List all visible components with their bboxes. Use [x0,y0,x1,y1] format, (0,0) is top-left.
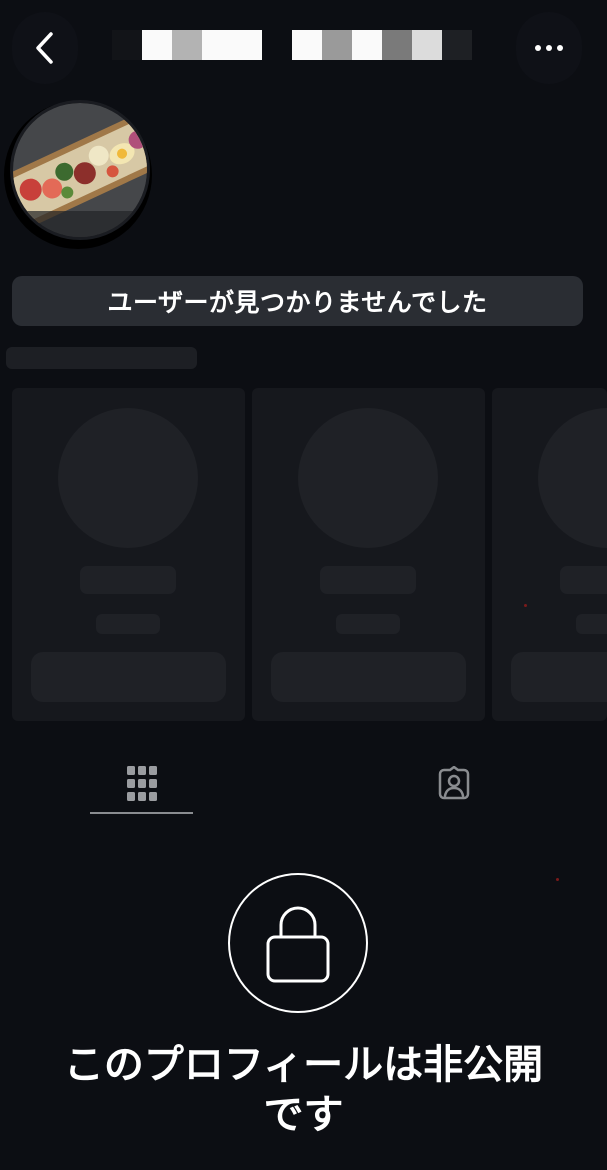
pixel-block [232,30,262,60]
skeleton-follow-button [271,652,466,702]
private-message-line2: です [263,1092,344,1138]
tagged-person-icon [438,766,469,800]
artifact-dot [524,604,527,607]
suggestion-card-skeleton [492,388,607,721]
skeleton-follow-button [511,652,607,702]
skeleton-subtext [576,614,607,634]
pixel-block [112,30,142,60]
private-account-message: このプロフィールは非公開 です [20,1040,587,1140]
more-options-button[interactable] [516,12,582,84]
skeleton-heading [6,347,197,369]
skeleton-follow-button [31,652,226,702]
active-tab-indicator [90,812,193,814]
artifact-dot [556,878,559,881]
skeleton-avatar [58,408,198,548]
skeleton-subtext [96,614,160,634]
skeleton-subtext [336,614,400,634]
user-not-found-banner: ユーザーが見つかりませんでした [12,276,583,326]
pixel-block [172,30,202,60]
skeleton-name [80,566,176,594]
user-not-found-text: ユーザーが見つかりませんでした [107,288,488,317]
food-bento-photo [13,103,147,237]
pixel-block [442,30,472,60]
back-button[interactable] [12,12,78,84]
skeleton-avatar [298,408,438,548]
lock-icon [266,906,330,983]
pixel-block [202,30,232,60]
pixel-block [142,30,172,60]
pixel-block [352,30,382,60]
tab-tagged[interactable] [402,752,505,816]
private-message-line1: このプロフィールは非公開 [63,1042,544,1088]
pixel-block [382,30,412,60]
pixel-block [412,30,442,60]
skeleton-name [320,566,416,594]
username-pixelated [112,30,262,60]
avatar [10,100,150,240]
pixel-block [322,30,352,60]
suggestion-card-skeleton [12,388,245,721]
grid-icon [126,766,157,801]
username-pixelated-2 [292,30,472,60]
tab-posts-grid[interactable] [90,752,193,816]
ellipsis-icon [535,45,563,51]
skeleton-name [560,566,607,594]
pixel-block [292,30,322,60]
lock-badge [228,873,368,1013]
chevron-left-icon [36,32,53,64]
skeleton-avatar [538,408,607,548]
suggestion-card-skeleton [252,388,485,721]
